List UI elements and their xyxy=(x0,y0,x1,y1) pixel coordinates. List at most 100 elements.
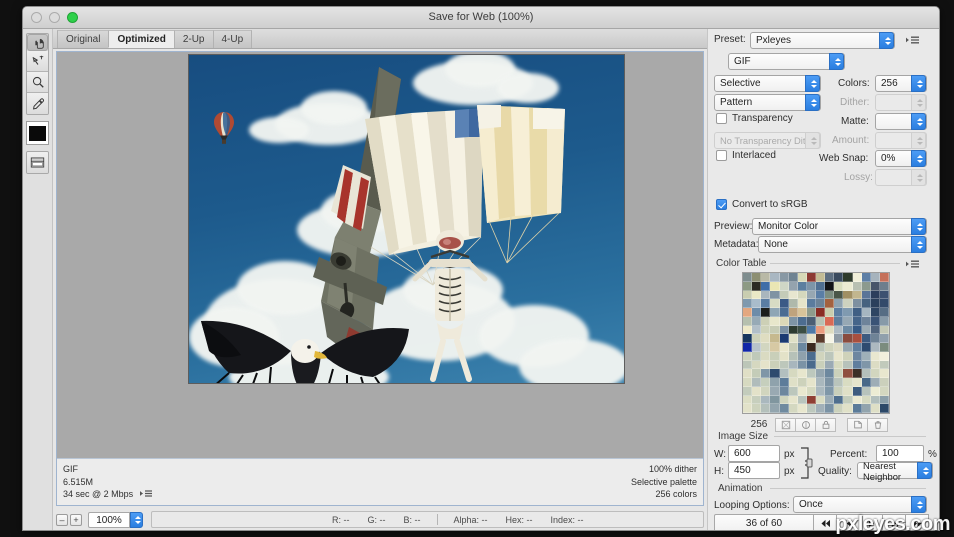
color-swatch[interactable] xyxy=(843,316,853,326)
color-swatch[interactable] xyxy=(861,386,871,396)
color-swatch[interactable] xyxy=(825,351,835,361)
color-swatch[interactable] xyxy=(752,281,762,291)
color-swatch[interactable] xyxy=(852,369,862,378)
color-swatch[interactable] xyxy=(870,351,880,361)
color-swatch[interactable] xyxy=(761,369,771,378)
color-swatch[interactable] xyxy=(834,316,844,326)
color-swatch[interactable] xyxy=(843,325,853,335)
color-swatch[interactable] xyxy=(825,404,835,413)
color-swatch[interactable] xyxy=(761,273,771,282)
color-swatch[interactable] xyxy=(861,325,871,335)
quality-select[interactable]: Nearest Neighbor xyxy=(857,460,933,482)
color-swatch[interactable] xyxy=(770,343,780,352)
convert-to-srgb-checkbox[interactable] xyxy=(716,199,727,210)
color-swatch[interactable] xyxy=(816,325,826,335)
color-swatch[interactable] xyxy=(816,395,826,405)
color-swatch[interactable] xyxy=(779,316,789,326)
tab-optimized[interactable]: Optimized xyxy=(108,30,175,48)
color-swatch[interactable] xyxy=(861,273,871,282)
color-swatch[interactable] xyxy=(834,281,844,291)
color-swatch[interactable] xyxy=(743,299,753,308)
color-swatch[interactable] xyxy=(797,308,807,317)
color-swatch[interactable] xyxy=(797,325,807,335)
transparency-checkbox[interactable] xyxy=(716,113,727,124)
color-swatch[interactable] xyxy=(816,369,826,378)
color-swatch[interactable] xyxy=(752,308,762,317)
color-swatch[interactable] xyxy=(834,334,844,343)
color-swatch[interactable] xyxy=(779,360,789,370)
color-swatch[interactable] xyxy=(861,316,871,326)
color-swatch[interactable] xyxy=(852,281,862,291)
color-swatch[interactable] xyxy=(770,404,780,413)
first-frame-button[interactable] xyxy=(814,514,837,530)
color-swatch[interactable] xyxy=(797,343,807,352)
color-swatch[interactable] xyxy=(779,395,789,405)
color-swatch[interactable] xyxy=(825,325,835,335)
zoom-in-button[interactable]: + xyxy=(70,513,82,526)
color-swatch[interactable] xyxy=(752,369,762,378)
web-snap-select[interactable]: 0% xyxy=(875,150,927,167)
color-swatch[interactable] xyxy=(879,325,889,335)
color-swatch[interactable] xyxy=(816,281,826,291)
color-swatch[interactable] xyxy=(752,273,762,282)
preview-canvas-area[interactable]: NC17334 xyxy=(56,51,704,506)
zoom-tool[interactable] xyxy=(27,72,48,93)
color-swatch[interactable] xyxy=(797,299,807,308)
color-swatch[interactable] xyxy=(816,404,826,413)
color-swatch[interactable] xyxy=(870,360,880,370)
color-swatch[interactable] xyxy=(816,273,826,282)
color-swatch[interactable] xyxy=(852,351,862,361)
color-swatch[interactable] xyxy=(779,281,789,291)
color-swatch[interactable] xyxy=(806,360,816,370)
color-swatch[interactable] xyxy=(870,325,880,335)
color-swatch[interactable] xyxy=(797,386,807,396)
constrain-proportions-icon[interactable] xyxy=(800,446,814,483)
color-swatch[interactable] xyxy=(770,395,780,405)
color-swatch[interactable] xyxy=(852,378,862,387)
color-swatch[interactable] xyxy=(834,308,844,317)
color-swatch[interactable] xyxy=(743,281,753,291)
color-swatch[interactable] xyxy=(843,378,853,387)
color-swatch[interactable] xyxy=(806,351,816,361)
color-swatch[interactable] xyxy=(752,395,762,405)
height-input[interactable]: 450 xyxy=(728,462,780,479)
color-swatch[interactable] xyxy=(797,351,807,361)
color-swatch[interactable] xyxy=(861,378,871,387)
color-swatch[interactable] xyxy=(843,351,853,361)
color-swatch[interactable] xyxy=(870,343,880,352)
color-swatch[interactable] xyxy=(752,351,762,361)
color-swatch[interactable] xyxy=(879,316,889,326)
color-swatch[interactable] xyxy=(761,325,771,335)
color-swatch[interactable] xyxy=(797,360,807,370)
color-swatch[interactable] xyxy=(879,351,889,361)
color-swatch[interactable] xyxy=(816,360,826,370)
color-swatch[interactable] xyxy=(825,316,835,326)
color-swatch[interactable] xyxy=(834,369,844,378)
color-swatch[interactable] xyxy=(779,386,789,396)
color-swatch[interactable] xyxy=(879,334,889,343)
color-swatch[interactable] xyxy=(806,378,816,387)
color-swatch[interactable] xyxy=(834,299,844,308)
color-swatch[interactable] xyxy=(852,316,862,326)
color-swatch[interactable] xyxy=(788,299,798,308)
color-swatch[interactable] xyxy=(806,369,816,378)
color-swatch[interactable] xyxy=(779,273,789,282)
color-swatch[interactable] xyxy=(743,360,753,370)
color-swatch[interactable] xyxy=(770,316,780,326)
lock-color-icon[interactable] xyxy=(815,417,836,432)
color-swatch[interactable] xyxy=(806,316,816,326)
color-swatch[interactable] xyxy=(770,386,780,396)
color-swatch[interactable] xyxy=(861,334,871,343)
color-swatch[interactable] xyxy=(870,369,880,378)
color-swatch[interactable] xyxy=(797,290,807,300)
color-swatch[interactable] xyxy=(788,404,798,413)
color-swatch[interactable] xyxy=(743,395,753,405)
width-input[interactable]: 600 xyxy=(728,445,780,462)
matte-select[interactable] xyxy=(875,113,927,130)
color-swatch[interactable] xyxy=(870,378,880,387)
color-swatch[interactable] xyxy=(770,334,780,343)
color-swatch[interactable] xyxy=(825,281,835,291)
color-swatch[interactable] xyxy=(843,273,853,282)
color-swatch[interactable] xyxy=(770,299,780,308)
color-swatch[interactable] xyxy=(834,351,844,361)
